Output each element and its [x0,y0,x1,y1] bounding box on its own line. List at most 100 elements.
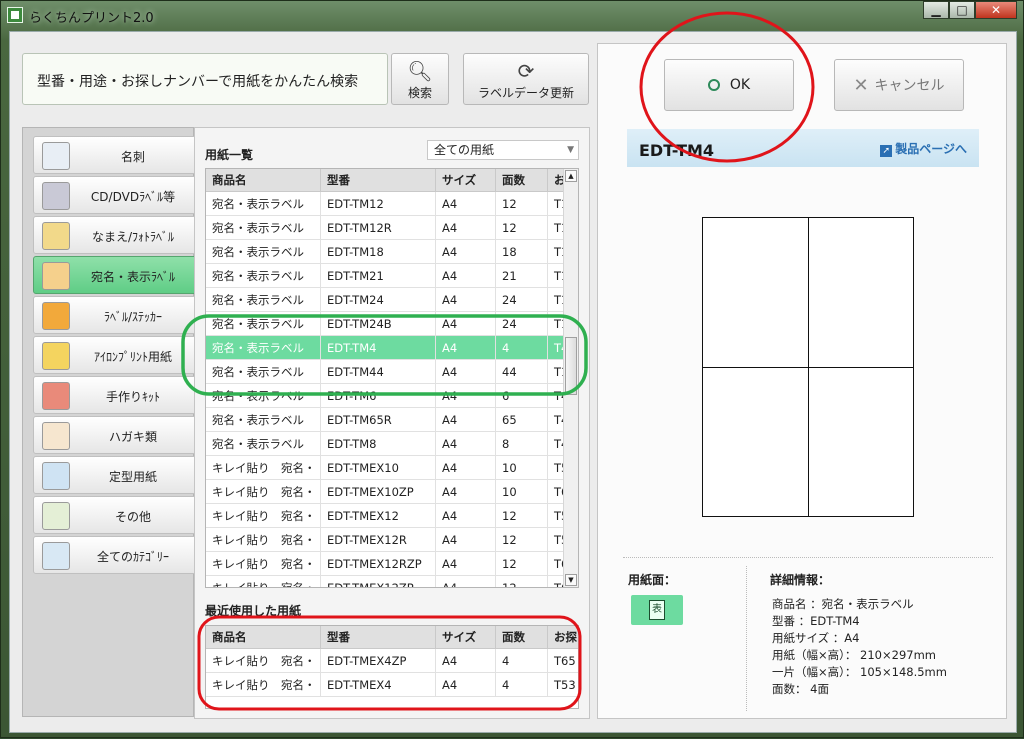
column-header[interactable]: 面数 [495,626,548,649]
window-title: らくちんプリント2.0 [29,11,154,26]
scroll-up-icon[interactable]: ▲ [565,170,577,182]
close-button[interactable]: ✕ [975,1,1017,19]
minimize-button[interactable]: ▁ [923,1,949,19]
print-side-label: 用紙面： [628,573,677,587]
table-row[interactable]: キレイ貼り 宛名・EDT-TMEX10A410T55 [206,455,578,480]
scrollbar-thumb[interactable] [565,337,577,395]
paper-sizes-icon [42,462,70,490]
table-cell: T53 [547,672,578,697]
table-cell: EDT-TMEX12RZP [320,551,436,576]
sidebar-item-2[interactable]: なまえ/ﾌｫﾄﾗﾍﾞﾙ [33,216,195,254]
detail-line: 商品名 ：宛名・表示ラベル [772,597,914,611]
sidebar-item-5[interactable]: ｱｲﾛﾝﾌﾟﾘﾝﾄ用紙 [33,336,195,374]
preview-divider-horizontal [703,367,913,368]
update-label-data-button[interactable]: ⟳ ラベルデータ更新 [463,53,589,105]
table-cell: 24 [495,311,548,336]
table-cell: A4 [435,479,496,504]
sidebar-item-0[interactable]: 名刺 [33,136,195,174]
table-row[interactable]: 宛名・表示ラベルEDT-TM44A444T16 [206,359,578,384]
table-cell: キレイ貼り 宛名・ [206,551,321,576]
detail-panel: OK ✕ キャンセル EDT-TM4 ➚ 製品ページへ 用紙面： 表 詳細情報： 商… [597,43,1007,719]
table-cell: A4 [435,239,496,264]
front-side-icon: 表 [649,600,665,620]
table-cell: EDT-TM24B [320,311,436,336]
sidebar-item-9[interactable]: その他 [33,496,195,534]
table-row[interactable]: キレイ貼り 宛名・EDT-TMEX12A412T56 [206,503,578,528]
table-row[interactable]: 宛名・表示ラベルEDT-TM4A44T41 [206,335,578,360]
column-header[interactable]: サイズ [435,169,496,192]
table-row[interactable]: 宛名・表示ラベルEDT-TM21A421T13 [206,263,578,288]
paper-list-panel: 用紙一覧 全ての用紙 ▼ 商品名型番サイズ面数お探しN宛名・表示ラベルEDT-T… [194,127,590,719]
recent-papers-table[interactable]: 商品名型番サイズ面数お探しNo.キレイ貼り 宛名・EDT-TMEX4ZPA44T… [205,625,579,709]
scroll-down-icon[interactable]: ▼ [565,574,577,586]
table-row[interactable]: キレイ貼り 宛名・ EDT-TMEX4 A4 4 T53 [206,672,578,697]
cancel-button[interactable]: ✕ キャンセル [834,59,964,111]
table-cell: 12 [495,527,548,552]
table-row[interactable]: 宛名・表示ラベルEDT-TM12RA412T11 [206,215,578,240]
table-cell: 10 [495,455,548,480]
magnifier-icon [42,542,70,570]
sidebar-item-4[interactable]: ﾗﾍﾞﾙ/ｽﾃｯｶｰ [33,296,195,334]
sidebar-item-8[interactable]: 定型用紙 [33,456,195,494]
table-row[interactable]: 宛名・表示ラベルEDT-TM65RA465T44 [206,407,578,432]
table-row[interactable]: 宛名・表示ラベルEDT-TM24A424T14 [206,287,578,312]
column-header[interactable]: 商品名 [206,169,321,192]
table-cell: 宛名・表示ラベル [206,383,321,408]
table-cell: 宛名・表示ラベル [206,431,321,456]
search-button[interactable]: 🔍︎ 検索 [391,53,449,105]
print-side-badge[interactable]: 表 [631,595,683,625]
table-cell: EDT-TMEX4 [320,672,436,697]
sidebar-item-3[interactable]: 宛名・表示ﾗﾍﾞﾙ [33,256,195,294]
sidebar-item-10[interactable]: 全てのｶﾃｺﾞﾘｰ [33,536,195,574]
sidebar-item-6[interactable]: 手作りｷｯﾄ [33,376,195,414]
column-header[interactable]: 型番 [320,169,436,192]
table-row[interactable]: 宛名・表示ラベルEDT-TM6A46T42 [206,383,578,408]
table-row[interactable]: キレイ貼り 宛名・EDT-TMEX10ZPA410T67 [206,479,578,504]
table-row[interactable]: キレイ貼り 宛名・EDT-TMEX12RZPA412T69 [206,551,578,576]
maximize-button[interactable]: □ [949,1,975,19]
sidebar-item-label: ﾗﾍﾞﾙ/ｽﾃｯｶｰ [103,310,163,324]
table-row[interactable]: 宛名・表示ラベルEDT-TM24BA424T15 [206,311,578,336]
table-row[interactable]: 宛名・表示ラベルEDT-TM12A412T10 [206,191,578,216]
column-header[interactable]: 型番 [320,626,436,649]
search-input[interactable]: 型番・用途・お探しナンバーで用紙をかんたん検索 [22,53,388,105]
other-icon [42,502,70,530]
chevron-down-icon: ▼ [567,145,574,155]
table-row[interactable]: キレイ貼り 宛名・ EDT-TMEX4ZP A4 4 T65 [206,648,578,673]
sidebar-item-7[interactable]: ハガキ類 [33,416,195,454]
fan-icon [42,382,70,410]
column-header[interactable]: 商品名 [206,626,321,649]
table-row[interactable]: 宛名・表示ラベルEDT-TM18A418T12 [206,239,578,264]
column-header[interactable]: お探しNo. [547,626,578,649]
table-cell: キレイ貼り 宛名・ [206,527,321,552]
sidebar-item-label: ｱｲﾛﾝﾌﾟﾘﾝﾄ用紙 [93,350,172,364]
category-sidebar: 名刺 CD/DVDﾗﾍﾞﾙ等 なまえ/ﾌｫﾄﾗﾍﾞﾙ 宛名・表示ﾗﾍﾞﾙ ﾗﾍﾞﾙ/ｽﾃ… [22,127,195,717]
paper-list-table[interactable]: 商品名型番サイズ面数お探しN宛名・表示ラベルEDT-TM12A412T10宛名・… [205,168,579,588]
ok-label: OK [729,77,751,93]
table-cell: A4 [435,527,496,552]
paper-filter-value: 全ての用紙 [434,143,495,157]
table-cell: 宛名・表示ラベル [206,239,321,264]
title-bar[interactable]: らくちんプリント2.0 ▁ □ ✕ [1,1,1023,29]
table-row[interactable]: キレイ貼り 宛名・EDT-TMEX12RA412T57 [206,527,578,552]
table-cell: キレイ貼り 宛名・ [206,575,321,587]
ok-button[interactable]: OK [664,59,794,111]
table-cell: 8 [495,431,548,456]
table-cell: A4 [435,407,496,432]
paper-filter-select[interactable]: 全ての用紙 ▼ [427,140,579,160]
sidebar-item-1[interactable]: CD/DVDﾗﾍﾞﾙ等 [33,176,195,214]
column-header[interactable]: サイズ [435,626,496,649]
table-row[interactable]: キレイ貼り 宛名・EDT-TMEX12ZPA412T68 [206,575,578,587]
paper-list-title: 用紙一覧 [205,148,254,162]
product-page-link[interactable]: ➚ 製品ページへ [880,140,967,157]
table-cell: EDT-TM8 [320,431,436,456]
search-prompt: 型番・用途・お探しナンバーで用紙をかんたん検索 [37,74,359,90]
table-cell: 6 [495,383,548,408]
divider-vertical [746,566,747,711]
table-cell: A4 [435,311,496,336]
main-area: 型番・用途・お探しナンバーで用紙をかんたん検索 🔍︎ 検索 ⟳ ラベルデータ更新… [9,31,1017,733]
sidebar-item-label: 宛名・表示ﾗﾍﾞﾙ [90,270,175,284]
column-header[interactable]: 面数 [495,169,548,192]
paper-list-scrollbar[interactable]: ▲ ▼ [563,169,578,587]
table-row[interactable]: 宛名・表示ラベルEDT-TM8A48T43 [206,431,578,456]
